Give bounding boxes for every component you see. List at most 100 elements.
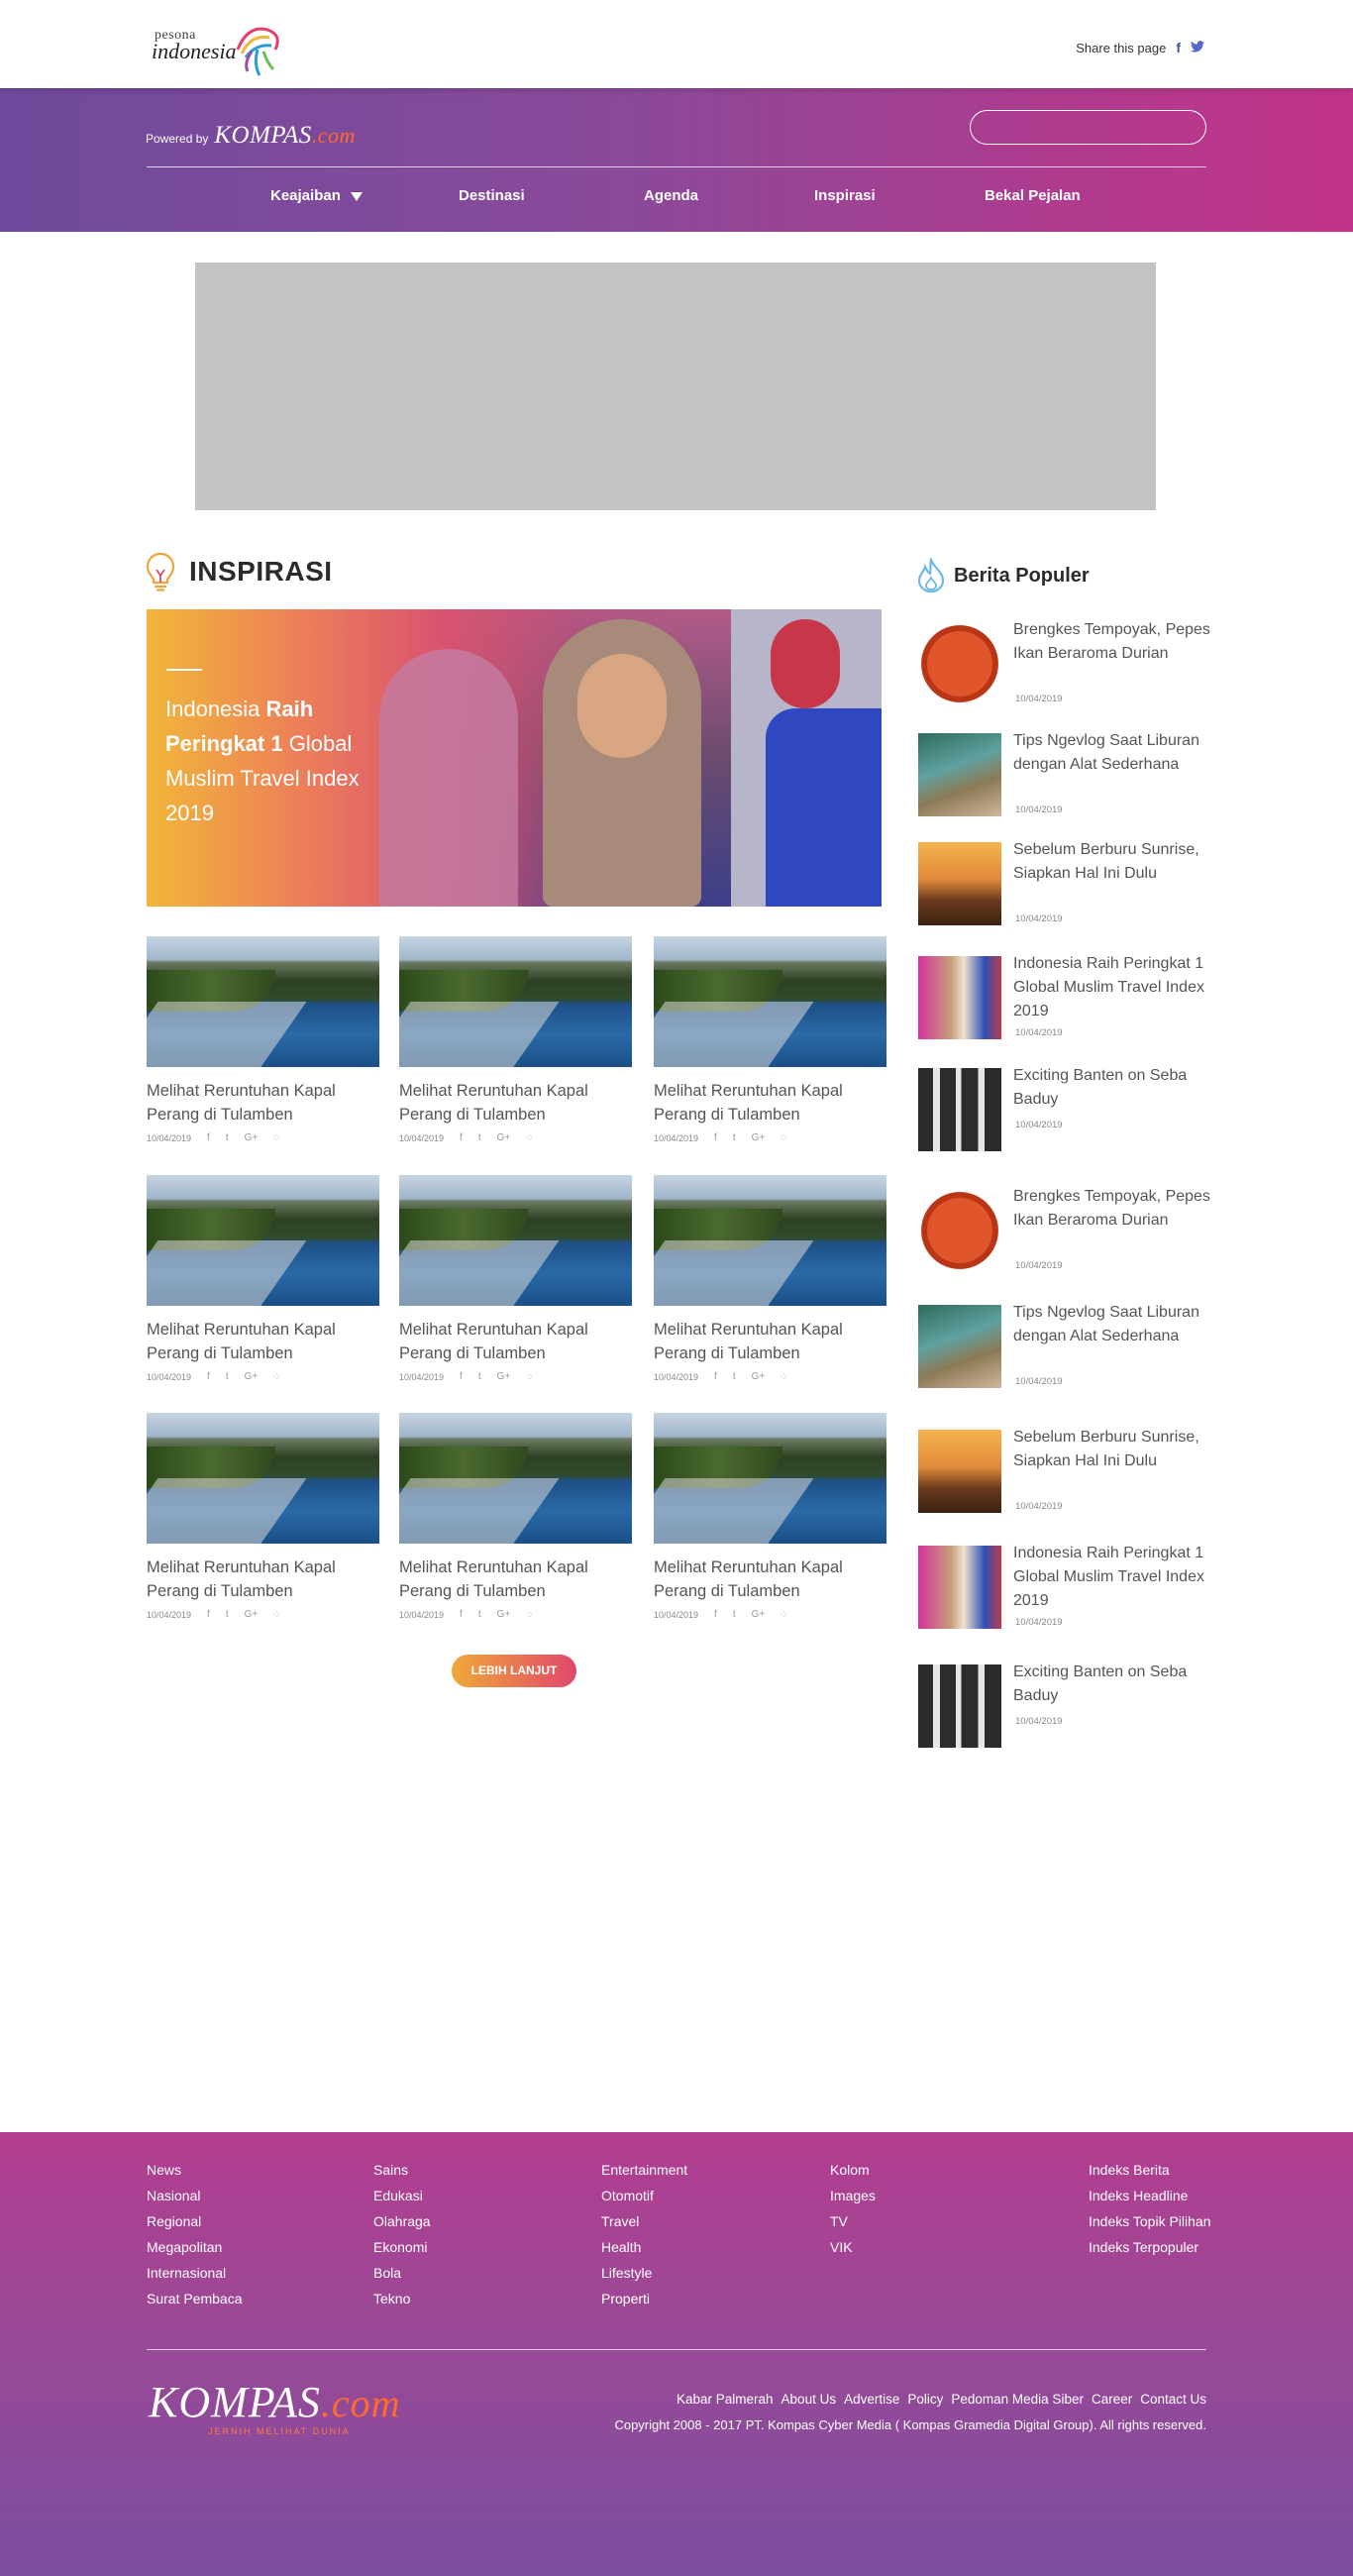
whatsapp-share-icon[interactable]: ◌	[526, 1132, 532, 1143]
popular-thumbnail[interactable]	[918, 1068, 1001, 1151]
footer-kompas-logo[interactable]: KOMPAS.com JERNIH MELIHAT DUNIA	[149, 2377, 401, 2436]
popular-thumbnail[interactable]	[918, 622, 1001, 705]
footer-bottom-link[interactable]: Policy	[907, 2392, 943, 2407]
article-thumbnail[interactable]	[399, 1175, 632, 1306]
article-title[interactable]: Melihat Reruntuhan Kapal Perang di Tulam…	[399, 1079, 632, 1127]
article-card[interactable]: Melihat Reruntuhan Kapal Perang di Tulam…	[147, 1175, 379, 1382]
article-card[interactable]: Melihat Reruntuhan Kapal Perang di Tulam…	[147, 1413, 379, 1620]
article-thumbnail[interactable]	[399, 1413, 632, 1544]
article-title[interactable]: Melihat Reruntuhan Kapal Perang di Tulam…	[654, 1079, 886, 1127]
footer-link[interactable]: TV	[830, 2208, 876, 2234]
popular-thumbnail[interactable]	[918, 842, 1001, 925]
footer-bottom-link[interactable]: Contact Us	[1140, 2392, 1206, 2407]
footer-link[interactable]: Internasional	[147, 2260, 243, 2286]
popular-title[interactable]: Indonesia Raih Peringkat 1 Global Muslim…	[1013, 952, 1211, 1023]
footer-link[interactable]: Travel	[601, 2208, 687, 2234]
footer-link[interactable]: Olahraga	[373, 2208, 431, 2234]
article-thumbnail[interactable]	[147, 1413, 379, 1544]
powered-by[interactable]: Powered by KOMPAS.com	[146, 122, 356, 150]
popular-thumbnail[interactable]	[918, 1189, 1001, 1272]
article-thumbnail[interactable]	[147, 936, 379, 1067]
nav-item-bekal-pejalan[interactable]: Bekal Pejalan	[985, 187, 1081, 204]
google-plus-share-icon[interactable]: G+	[245, 1371, 259, 1382]
whatsapp-share-icon[interactable]: ◌	[526, 1371, 532, 1382]
facebook-share-icon[interactable]: f	[460, 1132, 463, 1143]
article-card[interactable]: Melihat Reruntuhan Kapal Perang di Tulam…	[654, 936, 886, 1143]
article-title[interactable]: Melihat Reruntuhan Kapal Perang di Tulam…	[399, 1556, 632, 1603]
popular-thumbnail[interactable]	[918, 733, 1001, 816]
article-thumbnail[interactable]	[654, 936, 886, 1067]
article-card[interactable]: Melihat Reruntuhan Kapal Perang di Tulam…	[399, 1175, 632, 1382]
nav-item-keajaiban[interactable]: Keajaiban	[270, 187, 363, 204]
article-card[interactable]: Melihat Reruntuhan Kapal Perang di Tulam…	[399, 936, 632, 1143]
twitter-share-icon[interactable]: t	[226, 1371, 229, 1382]
popular-title[interactable]: Indonesia Raih Peringkat 1 Global Muslim…	[1013, 1542, 1211, 1613]
facebook-share-icon[interactable]: f	[207, 1371, 210, 1382]
whatsapp-share-icon[interactable]: ◌	[781, 1371, 786, 1382]
whatsapp-share-icon[interactable]: ◌	[781, 1132, 786, 1143]
facebook-share-icon[interactable]: f	[714, 1132, 717, 1143]
popular-thumbnail[interactable]	[918, 1546, 1001, 1629]
popular-title[interactable]: Tips Ngevlog Saat Liburan dengan Alat Se…	[1013, 1301, 1211, 1348]
article-title[interactable]: Melihat Reruntuhan Kapal Perang di Tulam…	[147, 1556, 379, 1603]
google-plus-share-icon[interactable]: G+	[245, 1132, 259, 1143]
whatsapp-share-icon[interactable]: ◌	[273, 1609, 279, 1620]
article-card[interactable]: Melihat Reruntuhan Kapal Perang di Tulam…	[399, 1413, 632, 1620]
twitter-share-icon[interactable]: t	[733, 1609, 736, 1620]
footer-bottom-link[interactable]: Advertise	[844, 2392, 899, 2407]
google-plus-share-icon[interactable]: G+	[752, 1609, 766, 1620]
facebook-share-icon[interactable]: f	[460, 1609, 463, 1620]
popular-thumbnail[interactable]	[918, 956, 1001, 1039]
google-plus-share-icon[interactable]: G+	[497, 1371, 511, 1382]
footer-link[interactable]: Regional	[147, 2208, 243, 2234]
popular-item[interactable]: Exciting Banten on Seba Baduy 10/04/2019	[918, 1067, 1209, 1157]
twitter-share-icon[interactable]: t	[733, 1371, 736, 1382]
popular-title[interactable]: Sebelum Berburu Sunrise, Siapkan Hal Ini…	[1013, 838, 1211, 886]
search-input[interactable]	[970, 110, 1206, 145]
popular-item[interactable]: Sebelum Berburu Sunrise, Siapkan Hal Ini…	[918, 1429, 1209, 1519]
article-thumbnail[interactable]	[654, 1175, 886, 1306]
twitter-share-icon[interactable]: t	[733, 1132, 736, 1143]
footer-link[interactable]: News	[147, 2157, 243, 2183]
footer-link[interactable]: Images	[830, 2183, 876, 2208]
popular-title[interactable]: Tips Ngevlog Saat Liburan dengan Alat Se…	[1013, 729, 1211, 777]
footer-link[interactable]: VIK	[830, 2234, 876, 2260]
article-title[interactable]: Melihat Reruntuhan Kapal Perang di Tulam…	[147, 1318, 379, 1365]
footer-link[interactable]: Indeks Berita	[1089, 2157, 1210, 2183]
popular-title[interactable]: Brengkes Tempoyak, Pepes Ikan Beraroma D…	[1013, 1185, 1211, 1233]
article-card[interactable]: Melihat Reruntuhan Kapal Perang di Tulam…	[654, 1413, 886, 1620]
nav-item-agenda[interactable]: Agenda	[644, 187, 698, 204]
footer-link[interactable]: Ekonomi	[373, 2234, 431, 2260]
whatsapp-share-icon[interactable]: ◌	[781, 1609, 786, 1620]
nav-item-inspirasi[interactable]: Inspirasi	[814, 187, 876, 204]
twitter-share-icon[interactable]: t	[478, 1132, 481, 1143]
popular-thumbnail[interactable]	[918, 1305, 1001, 1388]
facebook-share-icon[interactable]: f	[460, 1371, 463, 1382]
twitter-icon[interactable]	[1191, 40, 1204, 55]
footer-link[interactable]: Sains	[373, 2157, 431, 2183]
footer-bottom-link[interactable]: Career	[1092, 2392, 1132, 2407]
popular-title[interactable]: Exciting Banten on Seba Baduy	[1013, 1064, 1211, 1112]
twitter-share-icon[interactable]: t	[226, 1132, 229, 1143]
footer-link[interactable]: Indeks Topik Pilihan	[1089, 2208, 1210, 2234]
facebook-icon[interactable]: f	[1176, 40, 1181, 55]
footer-link[interactable]: Bola	[373, 2260, 431, 2286]
article-thumbnail[interactable]	[399, 936, 632, 1067]
popular-item[interactable]: Brengkes Tempoyak, Pepes Ikan Beraroma D…	[918, 621, 1210, 711]
article-thumbnail[interactable]	[654, 1413, 886, 1544]
article-title[interactable]: Melihat Reruntuhan Kapal Perang di Tulam…	[654, 1318, 886, 1365]
popular-title[interactable]: Brengkes Tempoyak, Pepes Ikan Beraroma D…	[1013, 618, 1211, 666]
ad-banner-placeholder[interactable]	[195, 263, 1156, 510]
google-plus-share-icon[interactable]: G+	[245, 1609, 259, 1620]
twitter-share-icon[interactable]: t	[478, 1371, 481, 1382]
footer-bottom-link[interactable]: Pedoman Media Siber	[951, 2392, 1084, 2407]
pesona-indonesia-logo[interactable]: pesona indonesia	[149, 20, 287, 81]
popular-title[interactable]: Sebelum Berburu Sunrise, Siapkan Hal Ini…	[1013, 1426, 1211, 1473]
whatsapp-share-icon[interactable]: ◌	[273, 1371, 279, 1382]
article-title[interactable]: Melihat Reruntuhan Kapal Perang di Tulam…	[399, 1318, 632, 1365]
footer-link[interactable]: Lifestyle	[601, 2260, 687, 2286]
popular-item[interactable]: Exciting Banten on Seba Baduy 10/04/2019	[918, 1664, 1209, 1754]
load-more-button[interactable]: LEBIH LANJUT	[452, 1655, 576, 1687]
article-thumbnail[interactable]	[147, 1175, 379, 1306]
popular-item[interactable]: Indonesia Raih Peringkat 1 Global Muslim…	[918, 1545, 1209, 1635]
